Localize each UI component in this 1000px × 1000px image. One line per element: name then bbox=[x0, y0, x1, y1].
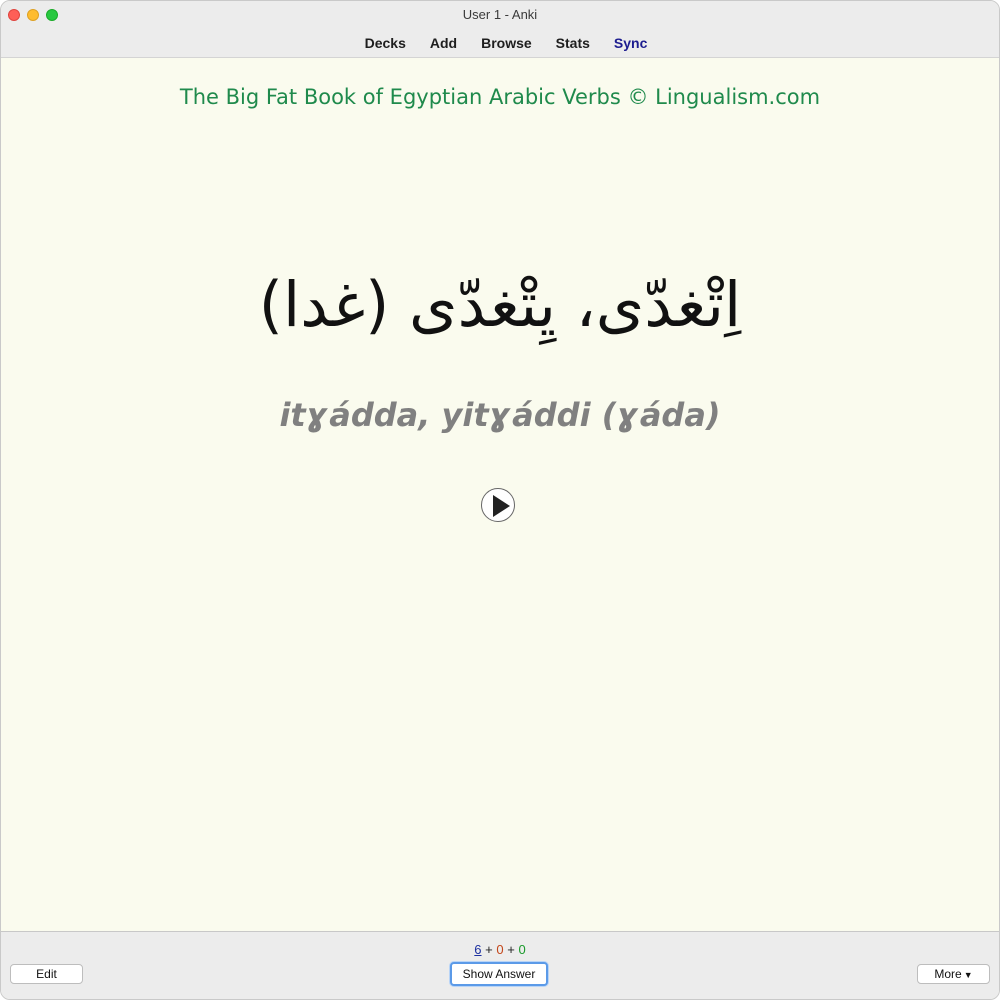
deck-title: The Big Fat Book of Egyptian Arabic Verb… bbox=[179, 85, 821, 109]
show-answer-button[interactable]: Show Answer bbox=[450, 962, 548, 986]
toolbar-sync-link[interactable]: Sync bbox=[602, 35, 659, 51]
window-title: User 1 - Anki bbox=[462, 7, 538, 22]
new-count: 6 bbox=[474, 942, 482, 957]
play-icon bbox=[493, 495, 510, 517]
card-content: The Big Fat Book of Egyptian Arabic Verb… bbox=[1, 58, 999, 931]
toolbar-decks-link[interactable]: Decks bbox=[353, 35, 418, 51]
more-button-label: More bbox=[934, 967, 962, 981]
review-bottom-bar: 6 + 0 + 0 Edit Show Answer More ▼ bbox=[1, 931, 999, 999]
review-count: 0 bbox=[518, 942, 526, 957]
edit-button[interactable]: Edit bbox=[10, 964, 83, 984]
main-toolbar: Decks Add Browse Stats Sync bbox=[1, 29, 999, 58]
arabic-verb: اِتْغدّى، يِتْغدّى (غدا) bbox=[258, 268, 742, 341]
learning-count: 0 bbox=[496, 942, 504, 957]
caret-down-icon: ▼ bbox=[963, 970, 973, 980]
title-bar[interactable]: User 1 - Anki bbox=[1, 1, 999, 30]
count-separator: + bbox=[507, 942, 515, 957]
toolbar-stats-link[interactable]: Stats bbox=[544, 35, 602, 51]
play-audio-button[interactable] bbox=[481, 488, 515, 522]
toolbar-links: Decks Add Browse Stats Sync bbox=[353, 35, 660, 51]
toolbar-add-link[interactable]: Add bbox=[418, 35, 469, 51]
anki-window: User 1 - Anki Decks Add Browse Stats Syn… bbox=[0, 0, 1000, 1000]
transliteration: itɣádda, yitɣáddi (ɣáda) bbox=[279, 396, 721, 434]
due-counts: 6 + 0 + 0 bbox=[1, 942, 999, 957]
more-button[interactable]: More ▼ bbox=[917, 964, 990, 984]
toolbar-browse-link[interactable]: Browse bbox=[469, 35, 544, 51]
count-separator: + bbox=[485, 942, 493, 957]
